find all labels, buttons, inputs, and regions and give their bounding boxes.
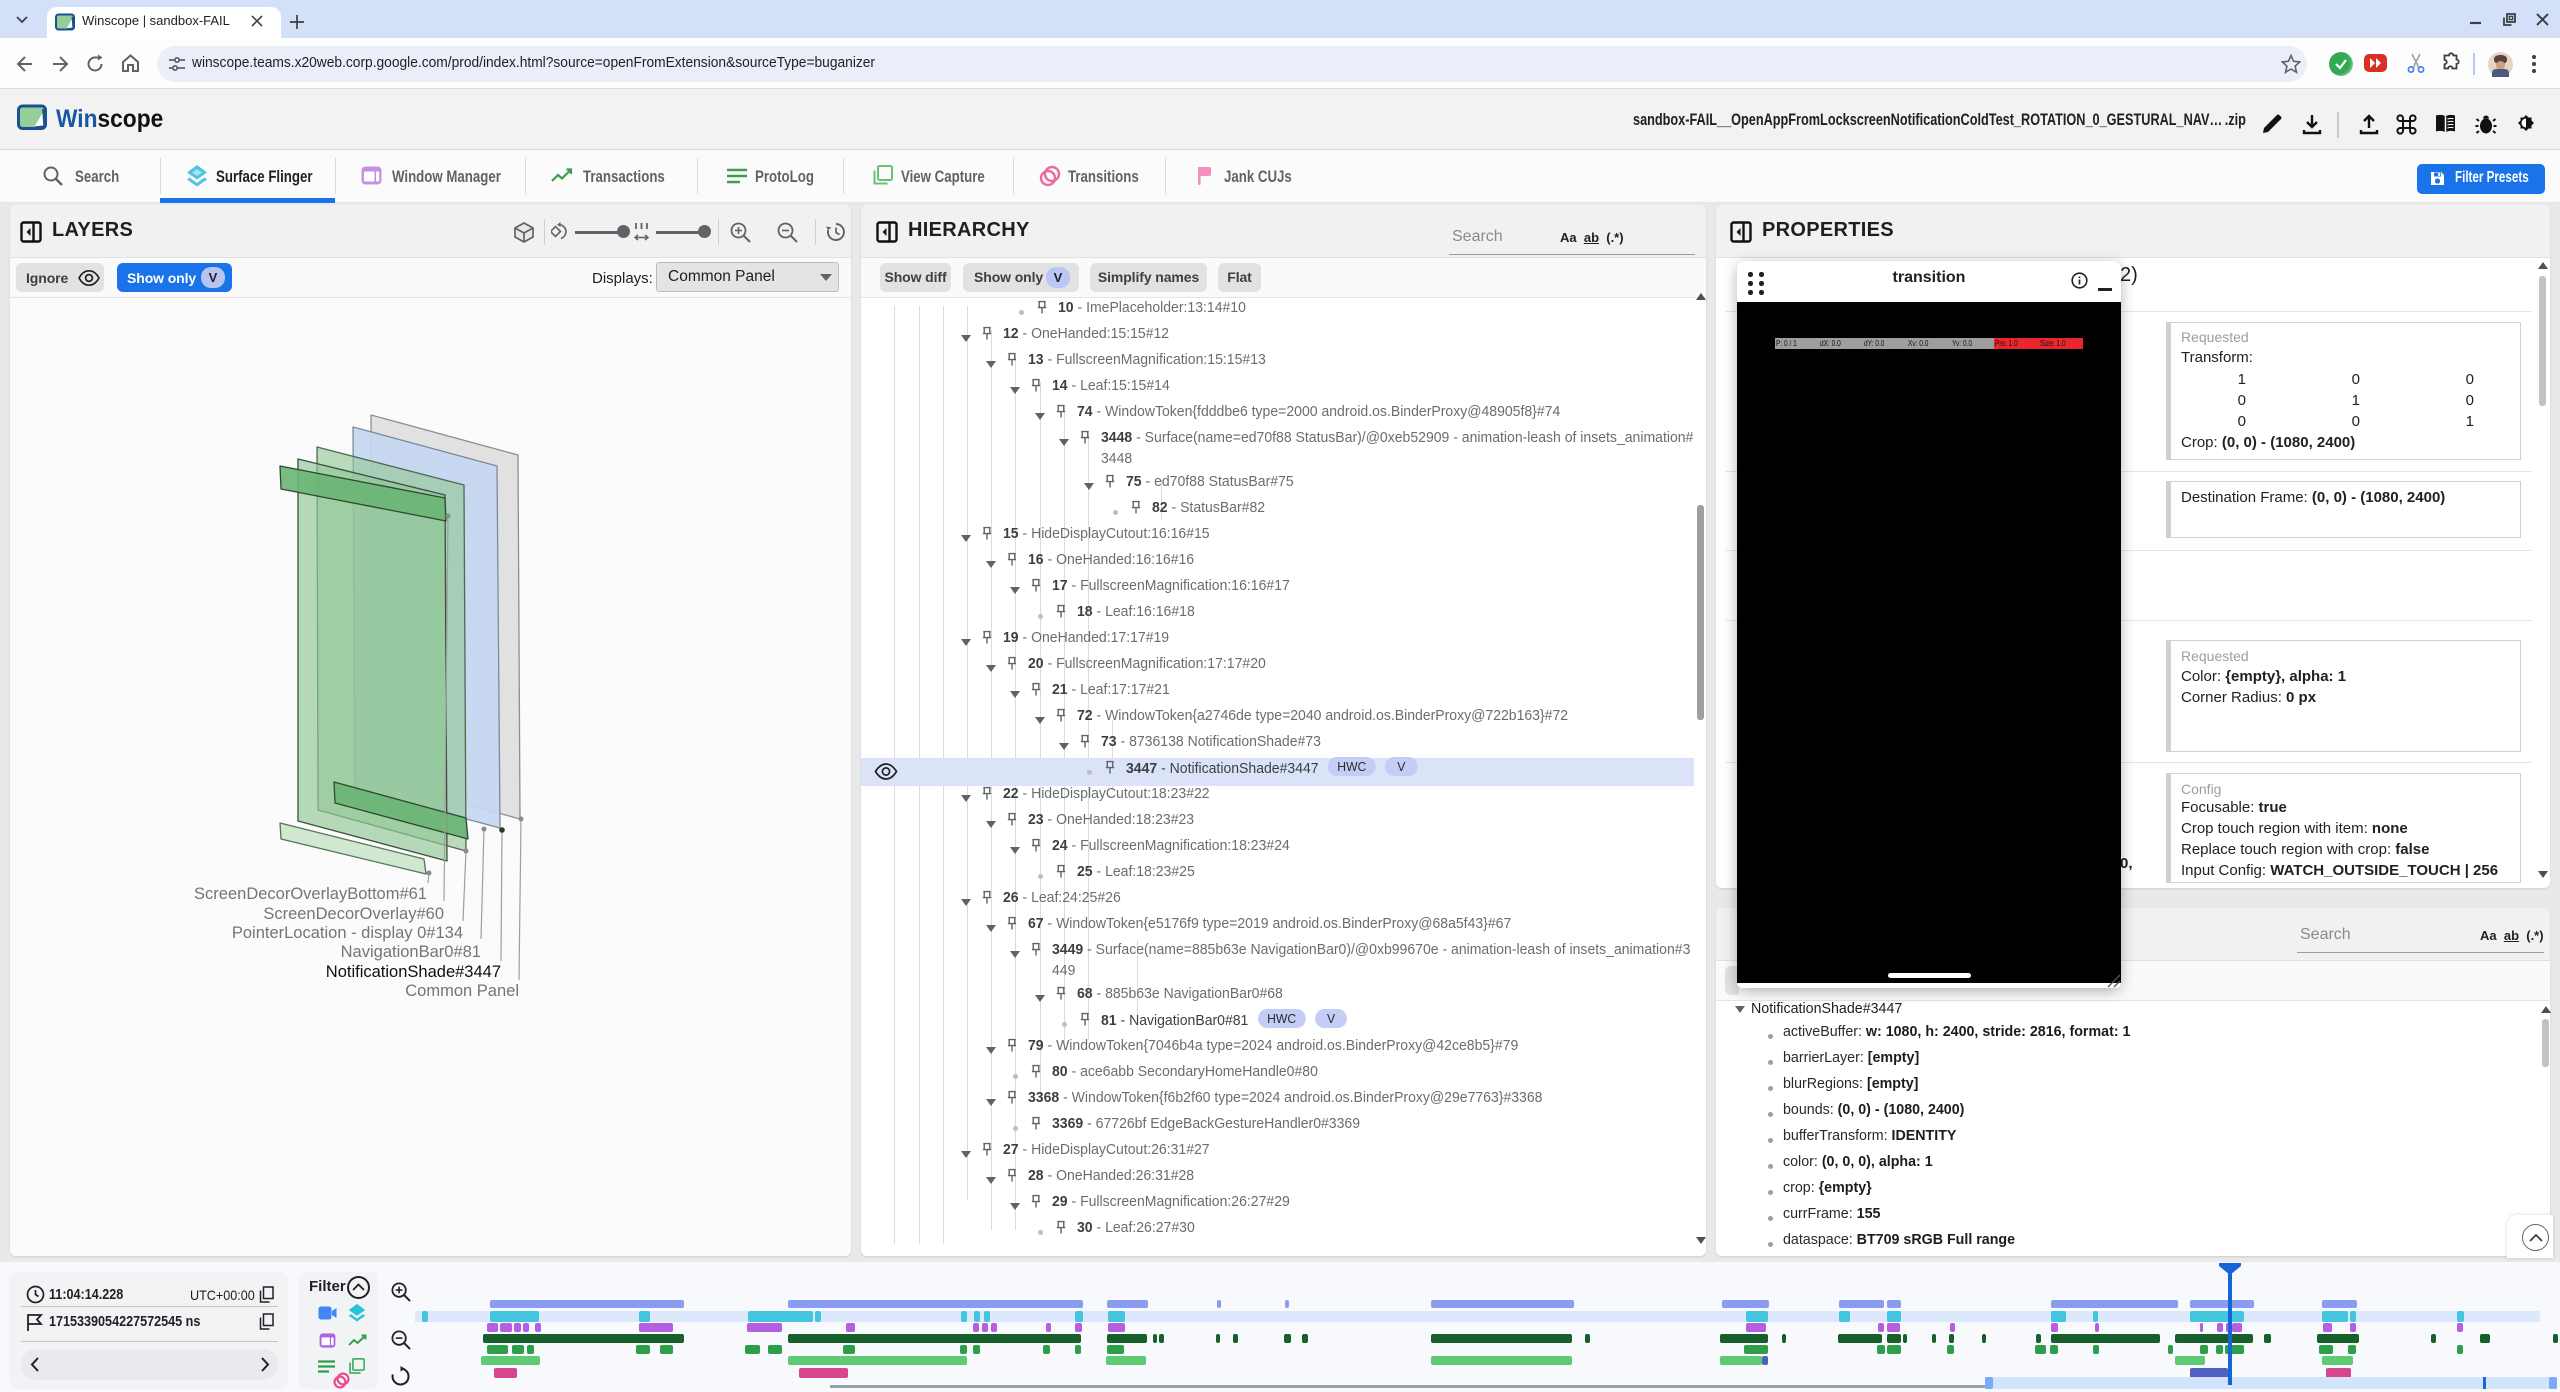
svg-text:NotificationShade#3447: NotificationShade#3447 (326, 963, 501, 981)
svg-text:PointerLocation - display 0#13: PointerLocation - display 0#134 (232, 924, 463, 942)
svg-text:ScreenDecorOverlay#60: ScreenDecorOverlay#60 (263, 905, 444, 923)
svg-text:ScreenDecorOverlayBottom#61: ScreenDecorOverlayBottom#61 (194, 885, 427, 903)
svg-text:Common Panel: Common Panel (405, 982, 519, 1000)
svg-text:NavigationBar0#81: NavigationBar0#81 (341, 943, 481, 961)
